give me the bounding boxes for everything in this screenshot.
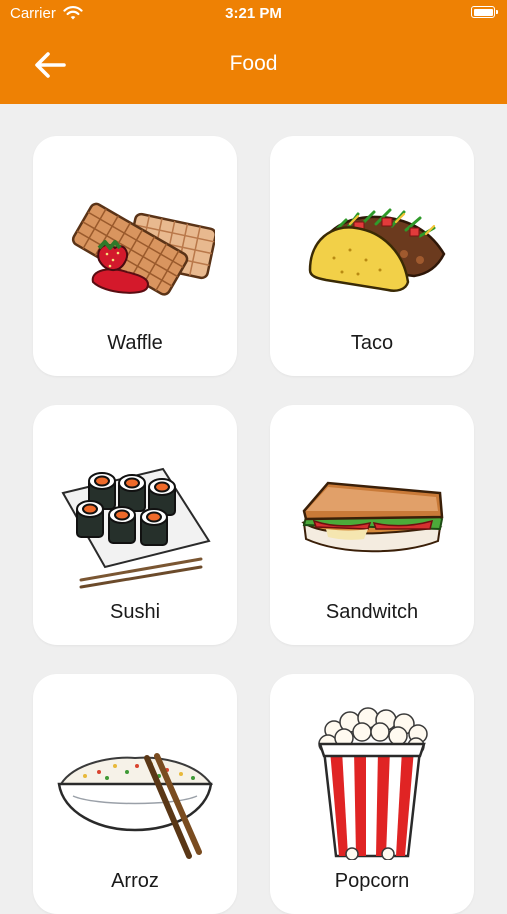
food-label: Arroz [111,870,159,892]
food-card-popcorn[interactable]: Popcorn [270,674,474,914]
food-card-sandwich[interactable]: Sandwitch [270,405,474,645]
taco-illustration [308,208,446,292]
page-title: Food [229,52,278,75]
food-label: Taco [350,332,394,354]
status-bar: Carrier 3:21 PM [0,0,507,30]
popcorn-illustration [318,707,428,860]
navigation-bar: Carrier 3:21 PM Food [0,0,507,104]
food-label: Sushi [109,601,161,623]
food-card-sushi[interactable]: Sushi [33,405,237,645]
food-card-waffle[interactable]: Waffle [33,136,237,376]
rice-bowl-illustration [57,753,213,859]
food-grid: Waffle Taco Sushi Sandwitch Arroz Popcor… [0,104,507,914]
battery-icon [471,6,498,18]
food-label: Popcorn [334,870,410,892]
food-label: Waffle [107,332,163,354]
sandwich-illustration [301,481,444,553]
food-label: Sandwitch [325,601,419,623]
food-card-taco[interactable]: Taco [270,136,474,376]
waffle-illustration [71,202,215,296]
sushi-illustration [61,467,211,589]
food-card-arroz[interactable]: Arroz [33,674,237,914]
clock: 3:21 PM [225,5,282,22]
